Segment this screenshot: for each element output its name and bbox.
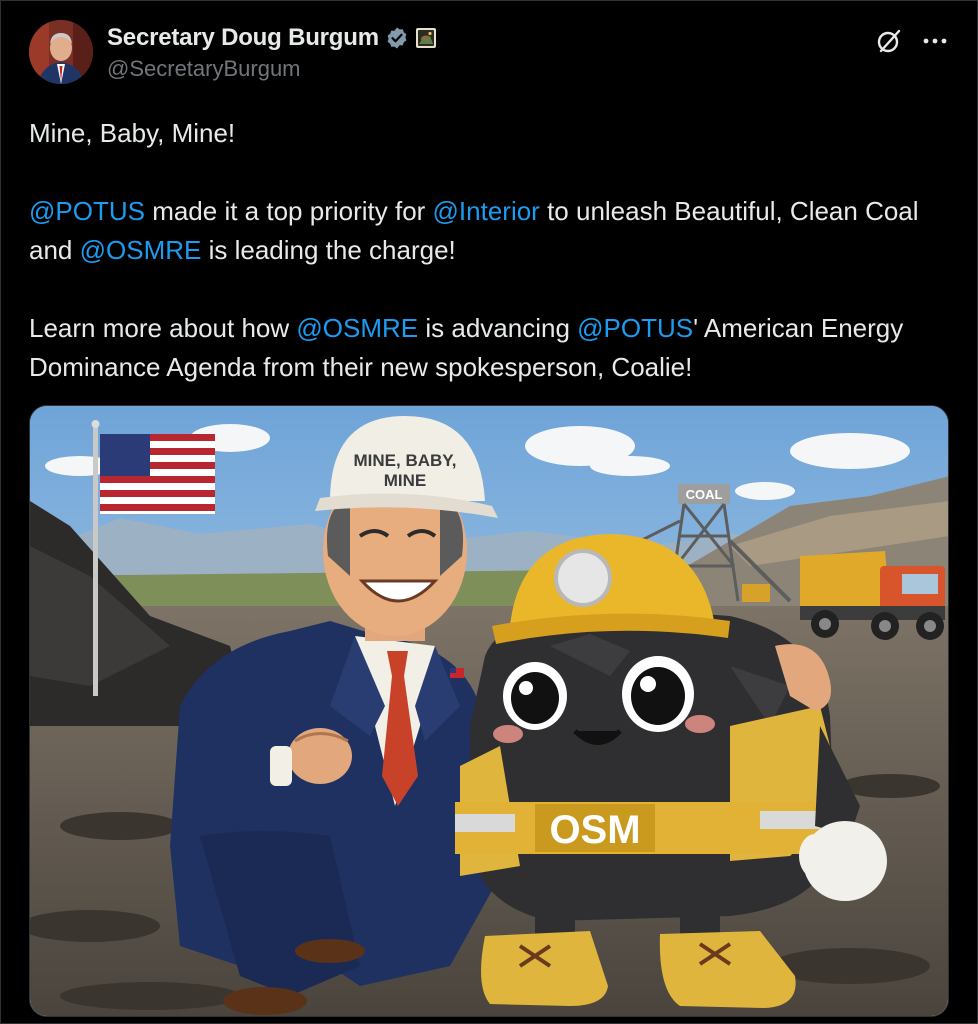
tweet-text: Mine, Baby, Mine! @POTUS made it a top p…: [29, 114, 949, 387]
tweet-text-segment: Learn more about how: [29, 313, 297, 343]
coal-sign-text: COAL: [686, 487, 723, 502]
coalie-illustration: COAL MINE, BABY, MINE OSM: [30, 406, 948, 1016]
tweet-paragraph-2: @POTUS made it a top priority for @Inter…: [29, 192, 949, 270]
more-options-button[interactable]: [919, 25, 951, 57]
mention-potus[interactable]: @POTUS: [577, 313, 693, 343]
mention-osmre[interactable]: @OSMRE: [80, 235, 202, 265]
mention-interior[interactable]: @Interior: [433, 196, 540, 226]
author-avatar[interactable]: [29, 20, 93, 84]
hat-text-line-1: MINE, BABY,: [354, 451, 457, 470]
tweet-media-image[interactable]: COAL MINE, BABY, MINE OSM: [29, 405, 949, 1017]
more-horizontal-icon: [923, 38, 947, 44]
mention-potus[interactable]: @POTUS: [29, 196, 145, 226]
tweet-text-segment: made it a top priority for: [144, 196, 433, 226]
tweet-paragraph-1: Mine, Baby, Mine!: [29, 118, 236, 148]
author-name-row: Secretary Doug Burgum: [107, 23, 437, 53]
author-display-name[interactable]: Secretary Doug Burgum: [107, 24, 379, 52]
tweet-card: Secretary Doug Burgum @SecretaryBurgum M…: [0, 0, 978, 1024]
american-flag: [100, 434, 215, 514]
grok-icon: [877, 29, 901, 53]
mention-osmre[interactable]: @OSMRE: [296, 313, 418, 343]
doi-seal-icon[interactable]: [415, 27, 437, 49]
tweet-paragraph-3: Learn more about how @OSMRE is advancing…: [29, 309, 949, 387]
author-handle[interactable]: @SecretaryBurgum: [107, 56, 301, 82]
tweet-text-segment: is leading the charge!: [201, 235, 456, 265]
hat-text-line-2: MINE: [384, 471, 427, 490]
verified-badge-icon[interactable]: [385, 26, 409, 50]
grok-button[interactable]: [873, 25, 905, 57]
tweet-text-segment: is advancing: [418, 313, 578, 343]
vest-text: OSM: [549, 808, 640, 852]
